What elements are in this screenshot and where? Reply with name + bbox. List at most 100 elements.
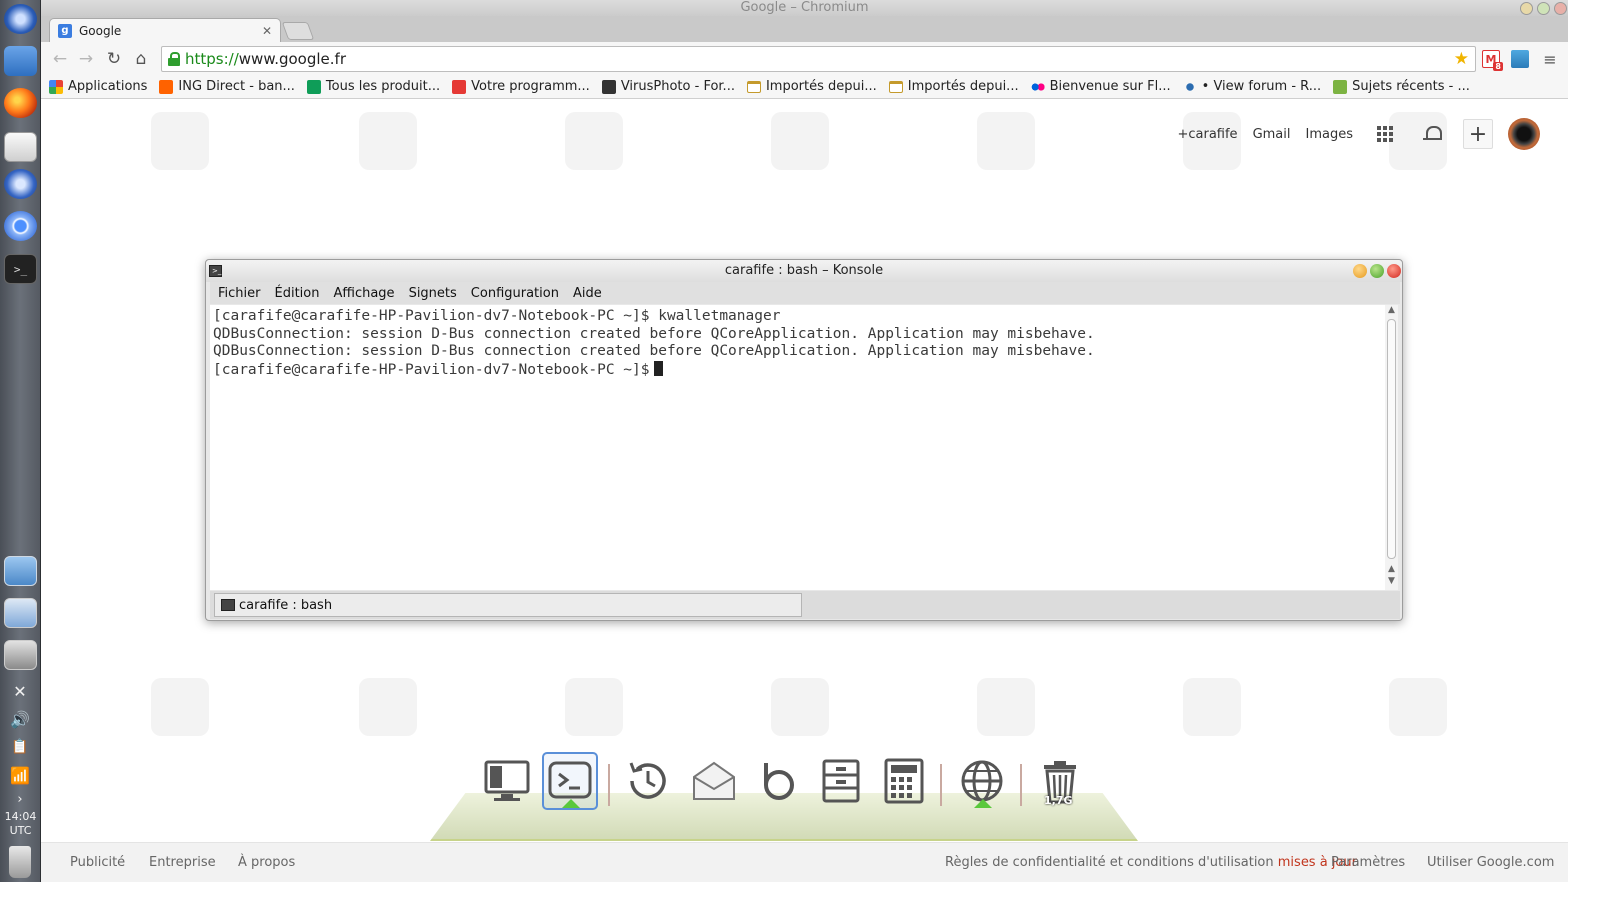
forum-icon	[1182, 79, 1197, 94]
dock-mail-icon[interactable]	[686, 752, 742, 810]
menu-signets[interactable]: Signets	[409, 286, 457, 301]
terminal-scrollbar[interactable]: ▲ ▲ ▼	[1385, 305, 1398, 590]
bookmark-forum[interactable]: • View forum - R...	[1182, 79, 1321, 94]
bookmark-produits[interactable]: Tous les produit...	[306, 79, 441, 94]
url-text[interactable]: https://www.google.fr	[185, 50, 346, 68]
ghost-desktop-icon	[359, 112, 417, 170]
file-manager-icon[interactable]	[4, 46, 37, 76]
ghost-desktop-icon	[771, 678, 829, 736]
terminal-prompt-line: [carafife@carafife-HP-Pavilion-dv7-Noteb…	[213, 361, 1386, 380]
minimize-button[interactable]	[1520, 2, 1533, 15]
bookmark-programme[interactable]: Votre programm...	[452, 79, 590, 94]
menu-affichage[interactable]: Affichage	[333, 286, 394, 301]
menu-fichier[interactable]: Fichier	[218, 286, 261, 301]
tab-google[interactable]: g Google ✕	[49, 18, 281, 42]
forward-button[interactable]: →	[75, 48, 97, 70]
new-tab-button[interactable]	[281, 22, 315, 40]
extension-icon[interactable]	[1511, 50, 1529, 68]
notifications-bell-icon[interactable]	[1423, 124, 1442, 144]
reload-button[interactable]: ↻	[103, 48, 125, 70]
gmail-link[interactable]: Gmail	[1253, 127, 1291, 142]
konsole-tabbar: carafife : bash	[210, 591, 1400, 619]
footer-use-google-link[interactable]: Utiliser Google.com	[1427, 855, 1554, 870]
folder-icon	[888, 80, 903, 93]
dock-archive-icon[interactable]	[813, 752, 869, 810]
terminal-icon[interactable]: >_	[4, 254, 37, 284]
menu-icon[interactable]: ≡	[1541, 50, 1559, 69]
maximize-button[interactable]	[1537, 2, 1550, 15]
terminal-output[interactable]: [carafife@carafife-HP-Pavilion-dv7-Noteb…	[210, 305, 1386, 590]
konsole-tab-label: carafife : bash	[239, 597, 333, 613]
user-link[interactable]: +carafife	[1177, 127, 1237, 142]
home-button[interactable]: ⌂	[130, 48, 152, 70]
dock-calculator-icon[interactable]	[876, 752, 932, 810]
konsole-close-button[interactable]	[1387, 264, 1401, 278]
google-footer: Publicité Entreprise À propos Règles de …	[41, 842, 1568, 882]
back-button[interactable]: ←	[49, 48, 71, 70]
dock-power-icon[interactable]	[748, 752, 804, 810]
bookmark-sujets[interactable]: Sujets récents - ...	[1333, 79, 1470, 94]
trash-icon[interactable]	[9, 846, 31, 878]
menu-edition[interactable]: Édition	[275, 286, 320, 301]
scrollbar-thumb[interactable]	[1387, 319, 1396, 559]
terminal-line: QDBusConnection: session D-Bus connectio…	[213, 325, 1095, 342]
gmail-extension-icon[interactable]: M8	[1482, 50, 1503, 71]
mail-icon[interactable]	[4, 132, 37, 162]
bookmark-flickr[interactable]: Bienvenue sur Fl...	[1030, 79, 1171, 94]
thunderbird-2-icon[interactable]	[4, 169, 37, 199]
workspace-switcher-icon[interactable]	[4, 598, 37, 628]
bookmark-applications[interactable]: Applications	[49, 79, 147, 94]
firefox-icon[interactable]	[4, 88, 37, 118]
volume-icon[interactable]: 🔊	[8, 708, 32, 730]
konsole-titlebar[interactable]: >_ carafife : bash – Konsole	[206, 260, 1402, 282]
photo-icon[interactable]	[4, 556, 37, 586]
konsole-title: carafife : bash – Konsole	[724, 263, 884, 278]
close-button[interactable]	[1554, 2, 1567, 15]
bookmark-ing[interactable]: ING Direct - ban...	[159, 79, 295, 94]
bookmark-folder-1[interactable]: Importés depui...	[746, 79, 877, 94]
menu-aide[interactable]: Aide	[573, 286, 602, 301]
scroll-up-icon[interactable]: ▲	[1386, 305, 1397, 315]
url-scheme: https://	[185, 50, 239, 68]
thunderbird-icon[interactable]	[4, 4, 37, 34]
menu-configuration[interactable]: Configuration	[471, 286, 559, 301]
lock-icon	[168, 52, 180, 66]
dock-desktop-icon[interactable]	[479, 752, 535, 810]
footer-settings-link[interactable]: Paramètres	[1331, 855, 1405, 870]
scroll-down-icon[interactable]: ▲	[1386, 564, 1397, 574]
scroll-down-icon[interactable]: ▼	[1386, 576, 1397, 586]
bookmark-label: ING Direct - ban...	[178, 79, 295, 94]
apps-grid-icon[interactable]	[1377, 126, 1393, 142]
konsole-tab-bash[interactable]: carafife : bash	[214, 593, 802, 617]
footer-business-link[interactable]: Entreprise	[149, 855, 216, 870]
bookmark-label: Tous les produit...	[325, 79, 441, 94]
footer-privacy-link[interactable]: Règles de confidentialité et conditions …	[945, 855, 1357, 870]
wifi-icon[interactable]: 📶	[8, 764, 32, 786]
images-link[interactable]: Images	[1306, 127, 1354, 142]
bookmark-virusphoto[interactable]: VirusPhoto - For...	[601, 79, 735, 94]
clipboard-icon[interactable]: 📋	[8, 736, 32, 758]
dock-history-icon[interactable]	[620, 752, 676, 810]
terminal-prompt: [carafife@carafife-HP-Pavilion-dv7-Noteb…	[213, 362, 650, 379]
bookmark-label: Sujets récents - ...	[1352, 79, 1470, 94]
clock[interactable]: 14:04 UTC	[0, 810, 41, 838]
terminal-line: [carafife@carafife-HP-Pavilion-dv7-Noteb…	[213, 308, 781, 324]
bookmark-folder-2[interactable]: Importés depui...	[888, 79, 1019, 94]
share-plus-button[interactable]: +	[1463, 119, 1493, 149]
settings-icon[interactable]	[4, 640, 37, 670]
footer-ads-link[interactable]: Publicité	[70, 855, 125, 870]
tools-icon[interactable]: ✕	[8, 680, 32, 702]
gmail-badge: 8	[1493, 62, 1503, 71]
address-bar[interactable]: https://www.google.fr ★	[161, 46, 1476, 72]
tab-close-icon[interactable]: ✕	[262, 24, 272, 38]
konsole-maximize-button[interactable]	[1370, 264, 1384, 278]
chevron-right-icon[interactable]: ›	[8, 788, 32, 810]
bookmark-star-icon[interactable]: ★	[1454, 49, 1469, 69]
bookmark-label: Applications	[68, 79, 148, 94]
chromium-icon[interactable]	[4, 211, 37, 241]
ghost-desktop-icon	[565, 112, 623, 170]
avatar[interactable]	[1508, 118, 1540, 150]
konsole-minimize-button[interactable]	[1353, 264, 1367, 278]
footer-about-link[interactable]: À propos	[238, 855, 295, 870]
clock-time: 14:04	[4, 810, 37, 823]
